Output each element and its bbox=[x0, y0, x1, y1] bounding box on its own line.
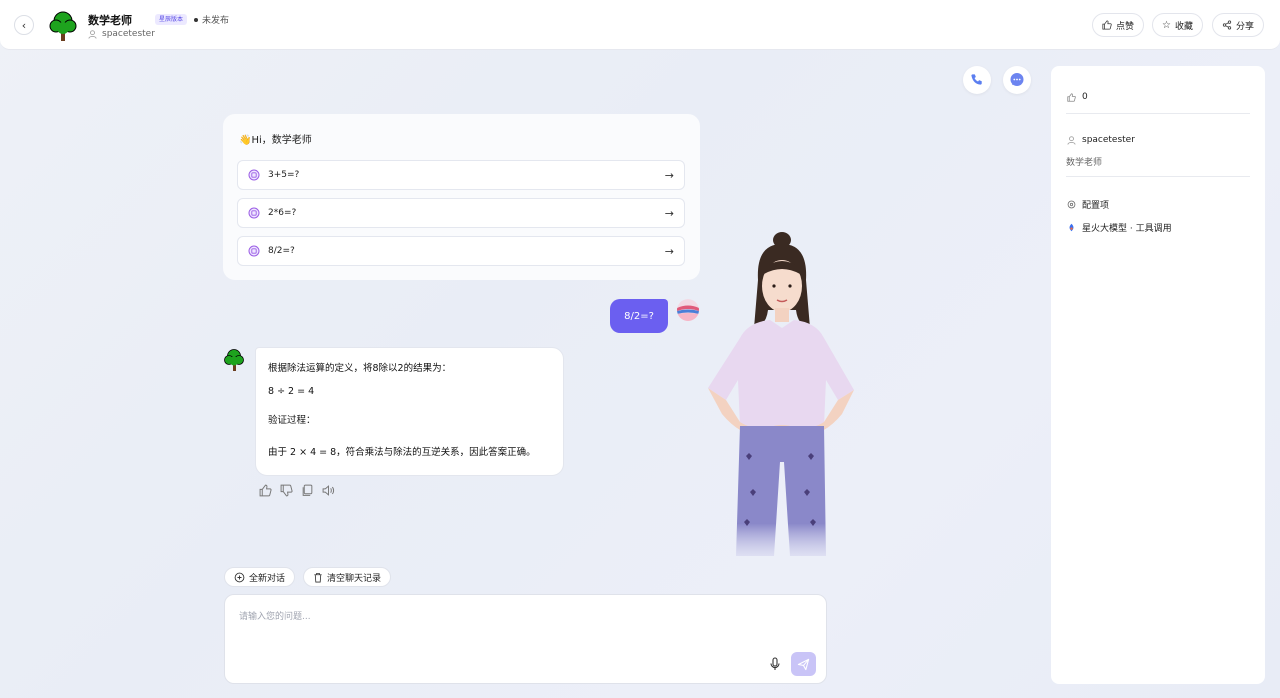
suggestion-item[interactable]: 2*6=? → bbox=[237, 198, 685, 228]
chevron-left-icon: ‹ bbox=[21, 18, 27, 32]
spark-model-icon bbox=[1069, 223, 1074, 232]
new-chat-icon bbox=[234, 572, 245, 582]
bot-message-line: 8 ÷ 2 = 4 bbox=[268, 386, 315, 397]
bot-avatar-icon bbox=[224, 349, 244, 371]
voice-call-button[interactable] bbox=[963, 66, 991, 94]
panel-description: 数学老师 bbox=[1066, 158, 1103, 168]
share-button[interactable]: 分享 bbox=[1212, 13, 1265, 37]
welcome-greeting: 👋Hi，数学老师 bbox=[239, 135, 312, 146]
arrow-right-icon: → bbox=[664, 168, 674, 182]
suggestion-text: 8/2=? bbox=[268, 246, 295, 256]
info-panel: 0 spacetester 数学老师 配置项 星火大模型 · 工具调用 bbox=[1051, 66, 1265, 684]
user-message-bubble: 8/2=? bbox=[610, 299, 668, 333]
top-header: ‹ 数学老师 星辰版本 未发布 spacetester 点赞 ☆ 收藏 分享 bbox=[0, 0, 1280, 50]
header-author: spacetester bbox=[88, 29, 155, 39]
panel-author-name: spacetester bbox=[1082, 135, 1135, 145]
share-icon bbox=[1222, 20, 1232, 30]
config-section-title: 配置项 bbox=[1067, 198, 1109, 211]
question-icon bbox=[248, 169, 260, 181]
like-label: 点赞 bbox=[1116, 21, 1135, 32]
publish-status: 未发布 bbox=[194, 13, 229, 26]
digital-human-avatar bbox=[708, 232, 854, 556]
speaker-icon[interactable] bbox=[322, 484, 335, 497]
welcome-card: 👋Hi，数学老师 3+5=? → 2*6=? → 8/2=? → bbox=[223, 114, 700, 280]
favorite-button[interactable]: ☆ 收藏 bbox=[1152, 13, 1203, 37]
bot-message-bubble: 根据除法运算的定义，将8除以2的结果为： 8 ÷ 2 = 4 验证过程： 由于 … bbox=[255, 347, 564, 476]
thumbs-up-icon[interactable] bbox=[259, 484, 272, 497]
bot-title: 数学老师 bbox=[88, 14, 132, 27]
star-icon: ☆ bbox=[1162, 19, 1171, 31]
status-text: 未发布 bbox=[202, 16, 230, 26]
model-row: 星火大模型 · 工具调用 bbox=[1067, 221, 1172, 234]
likes-count: 0 bbox=[1082, 92, 1088, 102]
new-chat-button[interactable]: 全新对话 bbox=[224, 567, 296, 587]
like-button[interactable]: 点赞 bbox=[1092, 13, 1145, 37]
chat-input[interactable] bbox=[239, 609, 759, 649]
send-button[interactable] bbox=[791, 652, 816, 676]
question-icon bbox=[248, 207, 260, 219]
suggestion-item[interactable]: 3+5=? → bbox=[237, 160, 685, 190]
chat-input-container bbox=[224, 594, 827, 684]
suggestion-text: 2*6=? bbox=[268, 208, 297, 218]
suggestion-text: 3+5=? bbox=[268, 170, 300, 180]
bot-message-line: 由于 2 × 4 = 8，符合乘法与除法的互逆关系，因此答案正确。 bbox=[268, 447, 536, 458]
settings-icon bbox=[1067, 200, 1076, 209]
tree-avatar-icon bbox=[49, 11, 77, 41]
question-icon bbox=[248, 245, 260, 257]
arrow-right-icon: → bbox=[664, 206, 674, 220]
divider bbox=[1066, 113, 1250, 114]
message-actions bbox=[259, 484, 335, 497]
user-icon bbox=[1067, 135, 1076, 145]
version-badge: 星辰版本 bbox=[155, 14, 188, 25]
bot-message-line: 根据除法运算的定义，将8除以2的结果为： bbox=[268, 363, 452, 374]
chat-mode-button[interactable] bbox=[1003, 66, 1031, 94]
trash-icon bbox=[314, 572, 322, 582]
suggestion-item[interactable]: 8/2=? → bbox=[237, 236, 685, 266]
model-name: 星火大模型 · 工具调用 bbox=[1082, 224, 1172, 234]
clear-history-label: 清空聊天记录 bbox=[327, 573, 382, 584]
chat-bubble-icon bbox=[1010, 73, 1024, 86]
user-icon bbox=[88, 29, 97, 39]
status-dot-icon bbox=[194, 17, 198, 22]
share-label: 分享 bbox=[1236, 21, 1255, 32]
thumbs-up-icon bbox=[1067, 92, 1076, 102]
author-name: spacetester bbox=[102, 29, 155, 39]
likes-count-row: 0 bbox=[1067, 92, 1088, 102]
copy-icon[interactable] bbox=[301, 484, 314, 497]
favorite-label: 收藏 bbox=[1174, 21, 1193, 32]
send-icon bbox=[797, 658, 810, 670]
bot-message-line: 验证过程： bbox=[268, 415, 316, 426]
user-avatar bbox=[677, 299, 699, 321]
new-chat-label: 全新对话 bbox=[249, 573, 286, 584]
thumbs-down-icon[interactable] bbox=[280, 484, 293, 497]
thumbs-up-icon bbox=[1102, 20, 1112, 30]
config-label: 配置项 bbox=[1082, 201, 1110, 211]
panel-author-row: spacetester bbox=[1067, 135, 1135, 145]
phone-icon bbox=[971, 74, 982, 85]
back-button[interactable]: ‹ bbox=[14, 15, 34, 35]
clear-history-button[interactable]: 清空聊天记录 bbox=[303, 567, 392, 587]
microphone-icon[interactable] bbox=[768, 657, 782, 671]
arrow-right-icon: → bbox=[664, 244, 674, 258]
divider bbox=[1066, 176, 1250, 177]
